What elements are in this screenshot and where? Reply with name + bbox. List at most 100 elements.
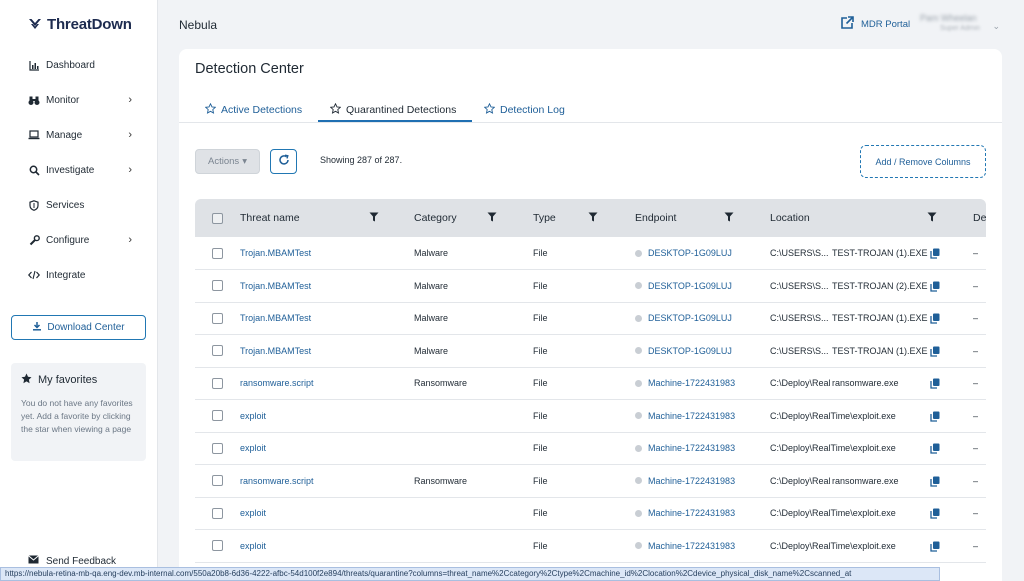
- endpoint-link[interactable]: DESKTOP-1G09LUJ: [648, 281, 732, 291]
- sidebar-item-integrate[interactable]: Integrate: [28, 266, 138, 284]
- copy-icon[interactable]: [930, 508, 940, 519]
- endpoint-link[interactable]: DESKTOP-1G09LUJ: [648, 346, 732, 356]
- endpoint-cell[interactable]: DESKTOP-1G09LUJ: [635, 270, 738, 302]
- sidebar-item-monitor[interactable]: Monitor ›: [28, 91, 138, 109]
- tab-active-detections[interactable]: Active Detections: [204, 98, 302, 122]
- row-checkbox[interactable]: [212, 465, 223, 497]
- user-menu[interactable]: Pam Wheelan Super Admin ⌄: [920, 13, 1000, 32]
- endpoint-cell[interactable]: Machine-1722431983: [635, 432, 738, 464]
- table-row[interactable]: exploit File Machine-1722431983 C:\Deploy\R…: [195, 432, 986, 465]
- copy-icon[interactable]: [930, 313, 940, 324]
- endpoint-link[interactable]: Machine-1722431983: [648, 411, 735, 421]
- column-header-threat-name[interactable]: Threat name: [240, 199, 300, 237]
- location-file-cell: TEST-TROJAN (1).EXE: [832, 313, 928, 323]
- truncated-column-cell: –: [973, 280, 979, 291]
- copy-icon[interactable]: [930, 476, 940, 487]
- table-row[interactable]: Trojan.MBAMTest Malware File DESKTOP-1G09LU…: [195, 302, 986, 335]
- tab-quarantined-detections[interactable]: Quarantined Detections: [329, 98, 456, 122]
- table-row[interactable]: exploit File Machine-1722431983 C:\Deploy\R…: [195, 530, 986, 563]
- copy-icon[interactable]: [930, 443, 940, 454]
- threat-name-link[interactable]: exploit: [240, 432, 405, 464]
- threat-name-link[interactable]: exploit: [240, 530, 405, 562]
- category-cell: [414, 432, 524, 464]
- endpoint-link[interactable]: Machine-1722431983: [648, 443, 735, 453]
- shield-icon: [28, 199, 40, 211]
- threat-name-link[interactable]: exploit: [240, 400, 405, 432]
- threat-name-link[interactable]: ransomware.script: [240, 465, 405, 497]
- column-header-category[interactable]: Category: [414, 199, 457, 237]
- sidebar-item-manage[interactable]: Manage ›: [28, 126, 138, 144]
- add-remove-columns-button[interactable]: Add / Remove Columns: [860, 145, 986, 178]
- tab-detection-log[interactable]: Detection Log: [483, 98, 565, 122]
- endpoint-link[interactable]: Machine-1722431983: [648, 378, 735, 388]
- copy-icon[interactable]: [930, 248, 940, 259]
- copy-icon[interactable]: [930, 541, 940, 552]
- refresh-button[interactable]: [270, 149, 297, 174]
- row-checkbox[interactable]: [212, 270, 223, 302]
- row-checkbox[interactable]: [212, 400, 223, 432]
- endpoint-cell[interactable]: Machine-1722431983: [635, 497, 738, 529]
- threat-name-link[interactable]: ransomware.script: [240, 367, 405, 399]
- threat-name-link[interactable]: Trojan.MBAMTest: [240, 237, 405, 269]
- row-checkbox[interactable]: [212, 432, 223, 464]
- status-bar-url: https://nebula-retina-mb-qa.eng-dev.mb-i…: [0, 567, 940, 581]
- table-row[interactable]: Trojan.MBAMTest Malware File DESKTOP-1G09LU…: [195, 335, 986, 368]
- endpoint-cell[interactable]: Machine-1722431983: [635, 530, 738, 562]
- user-role: Super Admin: [940, 25, 981, 32]
- filter-icon[interactable]: [369, 212, 379, 222]
- logo[interactable]: ThreatDown: [28, 14, 132, 34]
- endpoint-cell[interactable]: DESKTOP-1G09LUJ: [635, 237, 738, 269]
- endpoint-cell[interactable]: Machine-1722431983: [635, 367, 738, 399]
- filter-icon[interactable]: [927, 212, 937, 222]
- category-cell: [414, 497, 524, 529]
- row-checkbox[interactable]: [212, 302, 223, 334]
- filter-icon[interactable]: [588, 212, 598, 222]
- endpoint-link[interactable]: DESKTOP-1G09LUJ: [648, 313, 732, 323]
- endpoint-cell[interactable]: DESKTOP-1G09LUJ: [635, 335, 738, 367]
- column-header-type[interactable]: Type: [533, 199, 556, 237]
- table-row[interactable]: exploit File Machine-1722431983 C:\Deploy\R…: [195, 497, 986, 530]
- row-checkbox[interactable]: [212, 335, 223, 367]
- endpoint-link[interactable]: Machine-1722431983: [648, 476, 735, 486]
- sidebar-item-investigate[interactable]: Investigate ›: [28, 161, 138, 179]
- endpoint-cell[interactable]: DESKTOP-1G09LUJ: [635, 302, 738, 334]
- wrench-icon: [28, 234, 40, 246]
- column-header-location[interactable]: Location: [770, 199, 810, 237]
- send-feedback-link[interactable]: Send Feedback: [28, 555, 116, 567]
- copy-icon[interactable]: [930, 411, 940, 422]
- row-checkbox[interactable]: [212, 497, 223, 529]
- filter-icon[interactable]: [724, 212, 734, 222]
- actions-dropdown[interactable]: Actions ▾: [195, 149, 260, 174]
- table-row[interactable]: Trojan.MBAMTest Malware File DESKTOP-1G09LU…: [195, 270, 986, 303]
- row-checkbox[interactable]: [212, 530, 223, 562]
- select-all-checkbox[interactable]: [212, 199, 223, 237]
- copy-icon[interactable]: [930, 281, 940, 292]
- copy-icon[interactable]: [930, 378, 940, 389]
- location-file-cell: TEST-TROJAN (1).EXE: [832, 345, 928, 356]
- endpoint-cell[interactable]: Machine-1722431983: [635, 400, 738, 432]
- download-center-button[interactable]: Download Center: [11, 315, 146, 340]
- endpoint-link[interactable]: Machine-1722431983: [648, 541, 735, 551]
- sidebar-item-services[interactable]: Services: [28, 196, 138, 214]
- threat-name-link[interactable]: exploit: [240, 497, 405, 529]
- table-row[interactable]: exploit File Machine-1722431983 C:\Deploy\R…: [195, 400, 986, 433]
- threat-name-link[interactable]: Trojan.MBAMTest: [240, 335, 405, 367]
- mdr-portal-link[interactable]: MDR Portal: [840, 16, 910, 33]
- column-header-endpoint[interactable]: Endpoint: [635, 199, 676, 237]
- table-row[interactable]: Trojan.MBAMTest Malware File DESKTOP-1G09LU…: [195, 237, 986, 270]
- status-dot-icon: [635, 249, 642, 257]
- copy-icon[interactable]: [930, 346, 940, 357]
- endpoint-link[interactable]: Machine-1722431983: [648, 508, 735, 518]
- table-row[interactable]: ransomware.script Ransomware File Machine-1…: [195, 465, 986, 498]
- sidebar-item-configure[interactable]: Configure ›: [28, 231, 138, 249]
- column-header-truncated[interactable]: De: [973, 199, 986, 237]
- threat-name-link[interactable]: Trojan.MBAMTest: [240, 270, 405, 302]
- endpoint-cell[interactable]: Machine-1722431983: [635, 465, 738, 497]
- table-row[interactable]: ransomware.script Ransomware File Machine-1…: [195, 367, 986, 400]
- row-checkbox[interactable]: [212, 367, 223, 399]
- sidebar-item-dashboard[interactable]: Dashboard: [28, 56, 138, 74]
- endpoint-link[interactable]: DESKTOP-1G09LUJ: [648, 248, 732, 258]
- threat-name-link[interactable]: Trojan.MBAMTest: [240, 302, 405, 334]
- filter-icon[interactable]: [487, 212, 497, 222]
- row-checkbox[interactable]: [212, 237, 223, 269]
